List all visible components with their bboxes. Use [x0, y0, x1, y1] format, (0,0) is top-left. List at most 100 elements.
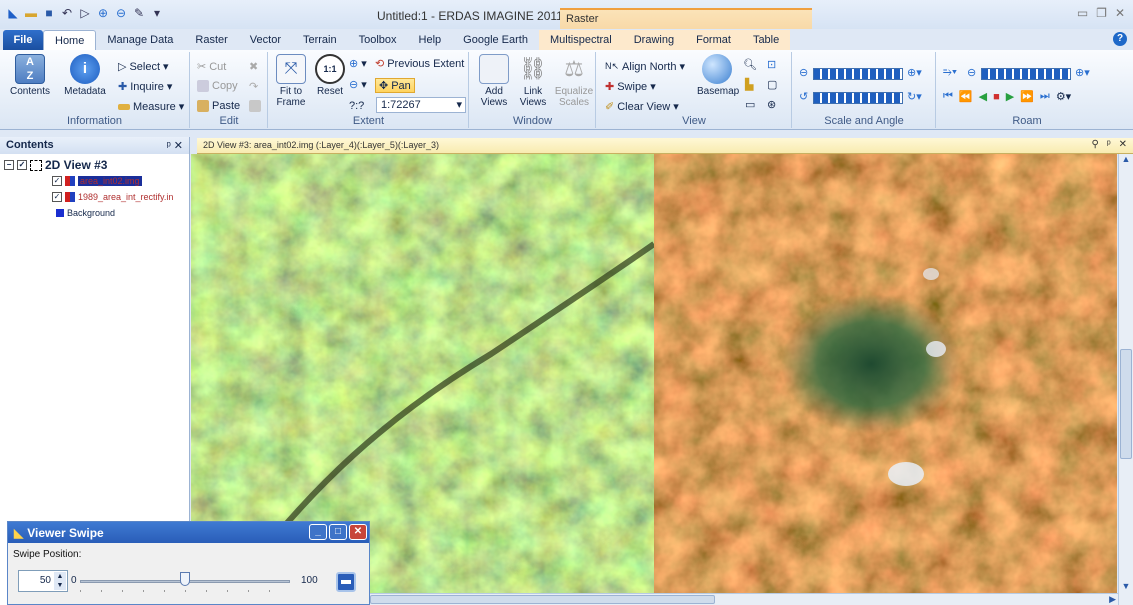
select-button[interactable]: ▷ Select ▾: [118, 60, 169, 74]
zoom-out-icon[interactable]: ⊖: [114, 6, 128, 20]
horizontal-scroll-thumb[interactable]: [370, 595, 715, 604]
view-compass-icon[interactable]: ⊛: [767, 98, 776, 111]
reset-button[interactable]: 1:1 Reset: [313, 54, 347, 97]
close-icon[interactable]: ✕: [1115, 6, 1125, 20]
undo-edit-icon[interactable]: ↷: [249, 80, 258, 93]
inquire-button[interactable]: ✚ Inquire ▾: [118, 80, 172, 94]
view-magnifier-icon[interactable]: 🔍︎: [743, 58, 757, 71]
zoom-in-button[interactable]: ⊕ ▾: [349, 57, 367, 70]
tree-view-node[interactable]: − ✓ 2D View #3: [4, 158, 107, 172]
layer-item[interactable]: ✓ area_int02.img: [52, 176, 142, 186]
roam-minus-icon[interactable]: ⊖: [967, 66, 976, 79]
scroll-down-icon[interactable]: ▼: [1119, 581, 1133, 591]
view-frame-icon[interactable]: ▭: [745, 98, 755, 111]
tab-home[interactable]: Home: [43, 30, 97, 50]
vertical-scroll-thumb[interactable]: [1120, 349, 1132, 459]
tab-file[interactable]: File: [3, 30, 43, 50]
rotate-right-icon[interactable]: ↻▾: [907, 90, 922, 103]
pin-close-icons[interactable]: ᵖ ✕: [167, 139, 183, 152]
scale-dropdown[interactable]: 1:72267 ▾: [376, 97, 466, 113]
roam-speed-slider[interactable]: [981, 68, 1071, 80]
tab-terrain[interactable]: Terrain: [292, 30, 348, 50]
tab-help[interactable]: Help: [408, 30, 453, 50]
swipe-dialog-title-bar[interactable]: ◣ Viewer Swipe _ □ ✕: [8, 522, 369, 543]
view-info-icon[interactable]: ⊡: [767, 58, 776, 71]
restore-icon[interactable]: ❐: [1096, 6, 1107, 20]
scale-slider[interactable]: [813, 68, 903, 80]
add-views-button[interactable]: Add Views: [476, 54, 512, 108]
collapse-icon[interactable]: −: [4, 160, 14, 170]
customize-qat-icon[interactable]: ▾: [150, 6, 164, 20]
roam-step-forward-icon[interactable]: ⏩: [1020, 90, 1034, 103]
roam-plus-icon[interactable]: ⊕▾: [1075, 66, 1090, 79]
pan-button[interactable]: ✥ Pan: [375, 78, 415, 93]
tab-multispectral[interactable]: Multispectral: [538, 30, 623, 50]
background-item[interactable]: Background: [56, 208, 115, 218]
paste-button[interactable]: Paste: [197, 100, 240, 112]
swipe-slider-thumb[interactable]: [180, 572, 190, 586]
close-icon[interactable]: ✕: [349, 524, 367, 540]
contents-button[interactable]: AZ Contents: [4, 54, 56, 97]
view-checkbox[interactable]: ✓: [17, 160, 27, 170]
copy-button[interactable]: Copy: [197, 80, 238, 92]
angle-slider[interactable]: [813, 92, 903, 104]
undo-icon[interactable]: ↶: [60, 6, 74, 20]
roam-direction-icon[interactable]: ⥱▾: [943, 66, 957, 79]
roam-icon[interactable]: ✎: [132, 6, 146, 20]
cut-button[interactable]: ✂ Cut: [197, 60, 226, 74]
tab-raster[interactable]: Raster: [184, 30, 238, 50]
scroll-up-icon[interactable]: ▲: [1119, 154, 1133, 168]
roam-step-back-icon[interactable]: ⏪: [959, 90, 973, 103]
tab-vector[interactable]: Vector: [239, 30, 292, 50]
tab-table[interactable]: Table: [741, 30, 791, 50]
tab-drawing[interactable]: Drawing: [622, 30, 686, 50]
minimize-icon[interactable]: _: [309, 524, 327, 540]
minimize-icon[interactable]: ▭: [1077, 6, 1088, 20]
swipe-apply-button[interactable]: [336, 572, 356, 592]
viewer-tool-icon[interactable]: ⚲: [1092, 139, 1099, 150]
viewer-horizontal-scrollbar[interactable]: ▶: [370, 593, 1118, 605]
tab-manage-data[interactable]: Manage Data: [96, 30, 184, 50]
equalize-scales-button[interactable]: ⚖ Equalize Scales: [554, 54, 594, 108]
tab-format[interactable]: Format: [685, 30, 742, 50]
roam-first-icon[interactable]: ⏮: [943, 90, 953, 103]
roam-last-icon[interactable]: ⏭: [1040, 90, 1050, 103]
viewer-vertical-scrollbar[interactable]: ▲ ▼: [1118, 154, 1133, 605]
tab-toolbox[interactable]: Toolbox: [348, 30, 408, 50]
previous-extent-button[interactable]: ⟲ Previous Extent: [375, 57, 464, 71]
fit-to-frame-button[interactable]: ⤧ Fit to Frame: [273, 54, 309, 108]
paste-special-icon[interactable]: [249, 100, 261, 112]
layer-checkbox[interactable]: ✓: [52, 192, 62, 202]
link-views-button[interactable]: ⛓ Link Views: [514, 54, 552, 108]
zoom-out-button[interactable]: ⊖ ▾: [349, 78, 367, 91]
tab-google-earth[interactable]: Google Earth: [452, 30, 539, 50]
open-folder-icon[interactable]: ▬: [24, 6, 38, 20]
roam-stop-icon[interactable]: ■: [993, 91, 1000, 103]
scale-plus-icon[interactable]: ⊕▾: [907, 66, 922, 79]
swipe-button[interactable]: ✚ Swipe ▾: [605, 80, 656, 94]
select-icon[interactable]: ▷: [78, 6, 92, 20]
rotate-left-icon[interactable]: ↺: [799, 90, 808, 103]
basemap-button[interactable]: Basemap: [697, 54, 739, 97]
zoom-in-icon[interactable]: ⊕: [96, 6, 110, 20]
align-north-button[interactable]: N↖ Align North ▾: [605, 60, 685, 74]
measure-button[interactable]: Measure ▾: [118, 100, 184, 113]
save-icon[interactable]: ■: [42, 6, 56, 20]
maximize-icon[interactable]: □: [329, 524, 347, 540]
layer-item[interactable]: ✓ 1989_area_int_rectify.in: [52, 192, 173, 202]
roam-play-icon[interactable]: ▶: [1006, 90, 1014, 103]
swipe-value-spinner[interactable]: 50 ▲ ▼: [18, 570, 68, 592]
app-logo-icon[interactable]: ◣: [6, 6, 20, 20]
layer-checkbox[interactable]: ✓: [52, 176, 62, 186]
viewer-pin-icon[interactable]: ᵖ: [1107, 139, 1111, 150]
clear-view-button[interactable]: ✐ Clear View ▾: [605, 100, 679, 114]
roam-reverse-icon[interactable]: ◀: [979, 90, 987, 103]
metadata-button[interactable]: i Metadata: [60, 54, 110, 97]
delete-icon[interactable]: ✖: [249, 60, 258, 73]
scale-minus-icon[interactable]: ⊖: [799, 66, 808, 79]
scroll-right-icon[interactable]: ▶: [1109, 594, 1116, 605]
help-icon[interactable]: ?: [1113, 32, 1127, 46]
spinner-arrows-icon[interactable]: ▲ ▼: [54, 572, 66, 590]
viewer-close-icon[interactable]: ✕: [1119, 139, 1127, 150]
view-grid-icon[interactable]: ▢: [767, 78, 777, 91]
